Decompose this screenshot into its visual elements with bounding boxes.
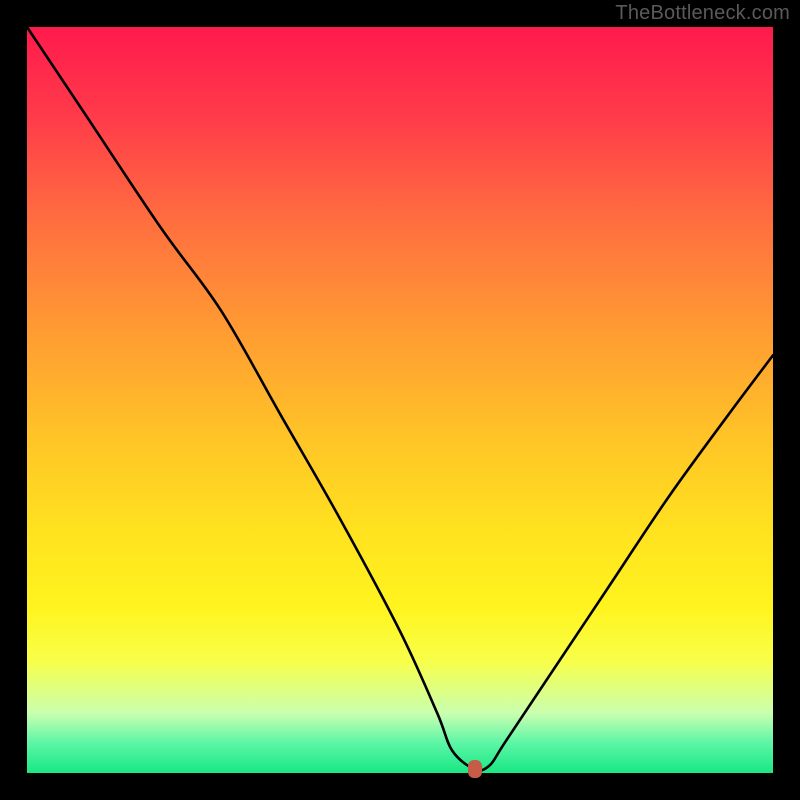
chart-frame: TheBottleneck.com (0, 0, 800, 800)
optimal-point-marker (468, 760, 482, 778)
plot-area (27, 27, 773, 773)
watermark-text: TheBottleneck.com (615, 2, 790, 25)
bottleneck-curve (27, 27, 773, 773)
